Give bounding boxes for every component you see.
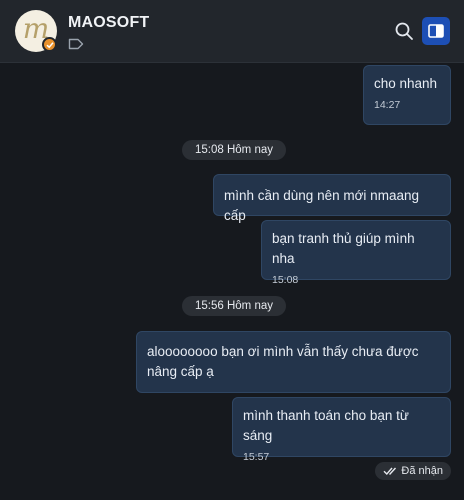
delivery-status-label: Đã nhận: [401, 465, 443, 477]
chat-header: m MAOSOFT: [0, 0, 464, 63]
message-time: 15:08: [272, 274, 299, 286]
message-bubble[interactable]: mình cần dùng nên mới nmaang cấp: [213, 174, 451, 223]
side-panel-toggle-button[interactable]: [422, 17, 450, 45]
message-text: mình thanh toán cho bạn từ sáng: [243, 408, 409, 443]
message-text: bạn tranh thủ giúp mình nha: [272, 231, 415, 266]
message-bubble[interactable]: cho nhanh 14:27: [363, 65, 451, 125]
tag-icon[interactable]: [68, 38, 84, 50]
message-list[interactable]: cho nhanh 14:27 15:08 Hôm nay mình cần d…: [0, 63, 464, 500]
message-bubble[interactable]: aloooooooo bạn ơi mình vẫn thấy chưa đượ…: [136, 331, 451, 393]
message-text: aloooooooo bạn ơi mình vẫn thấy chưa đượ…: [147, 344, 419, 379]
message-text: mình cần dùng nên mới nmaang cấp: [224, 188, 419, 223]
verified-badge-icon: [42, 37, 57, 52]
search-icon[interactable]: [394, 21, 414, 41]
side-panel-icon: [428, 24, 444, 38]
message-time: 14:27: [374, 99, 401, 111]
message-text: cho nhanh: [374, 76, 438, 91]
delivery-status: Đã nhận: [375, 462, 451, 480]
date-divider: 15:08 Hôm nay: [182, 140, 286, 160]
double-check-icon: [383, 467, 397, 476]
date-divider: 15:56 Hôm nay: [182, 296, 286, 316]
conversation-title: MAOSOFT: [68, 14, 150, 31]
message-bubble[interactable]: bạn tranh thủ giúp mình nha 15:08: [261, 220, 451, 286]
message-bubble[interactable]: mình thanh toán cho bạn từ sáng 15:57: [232, 397, 451, 463]
